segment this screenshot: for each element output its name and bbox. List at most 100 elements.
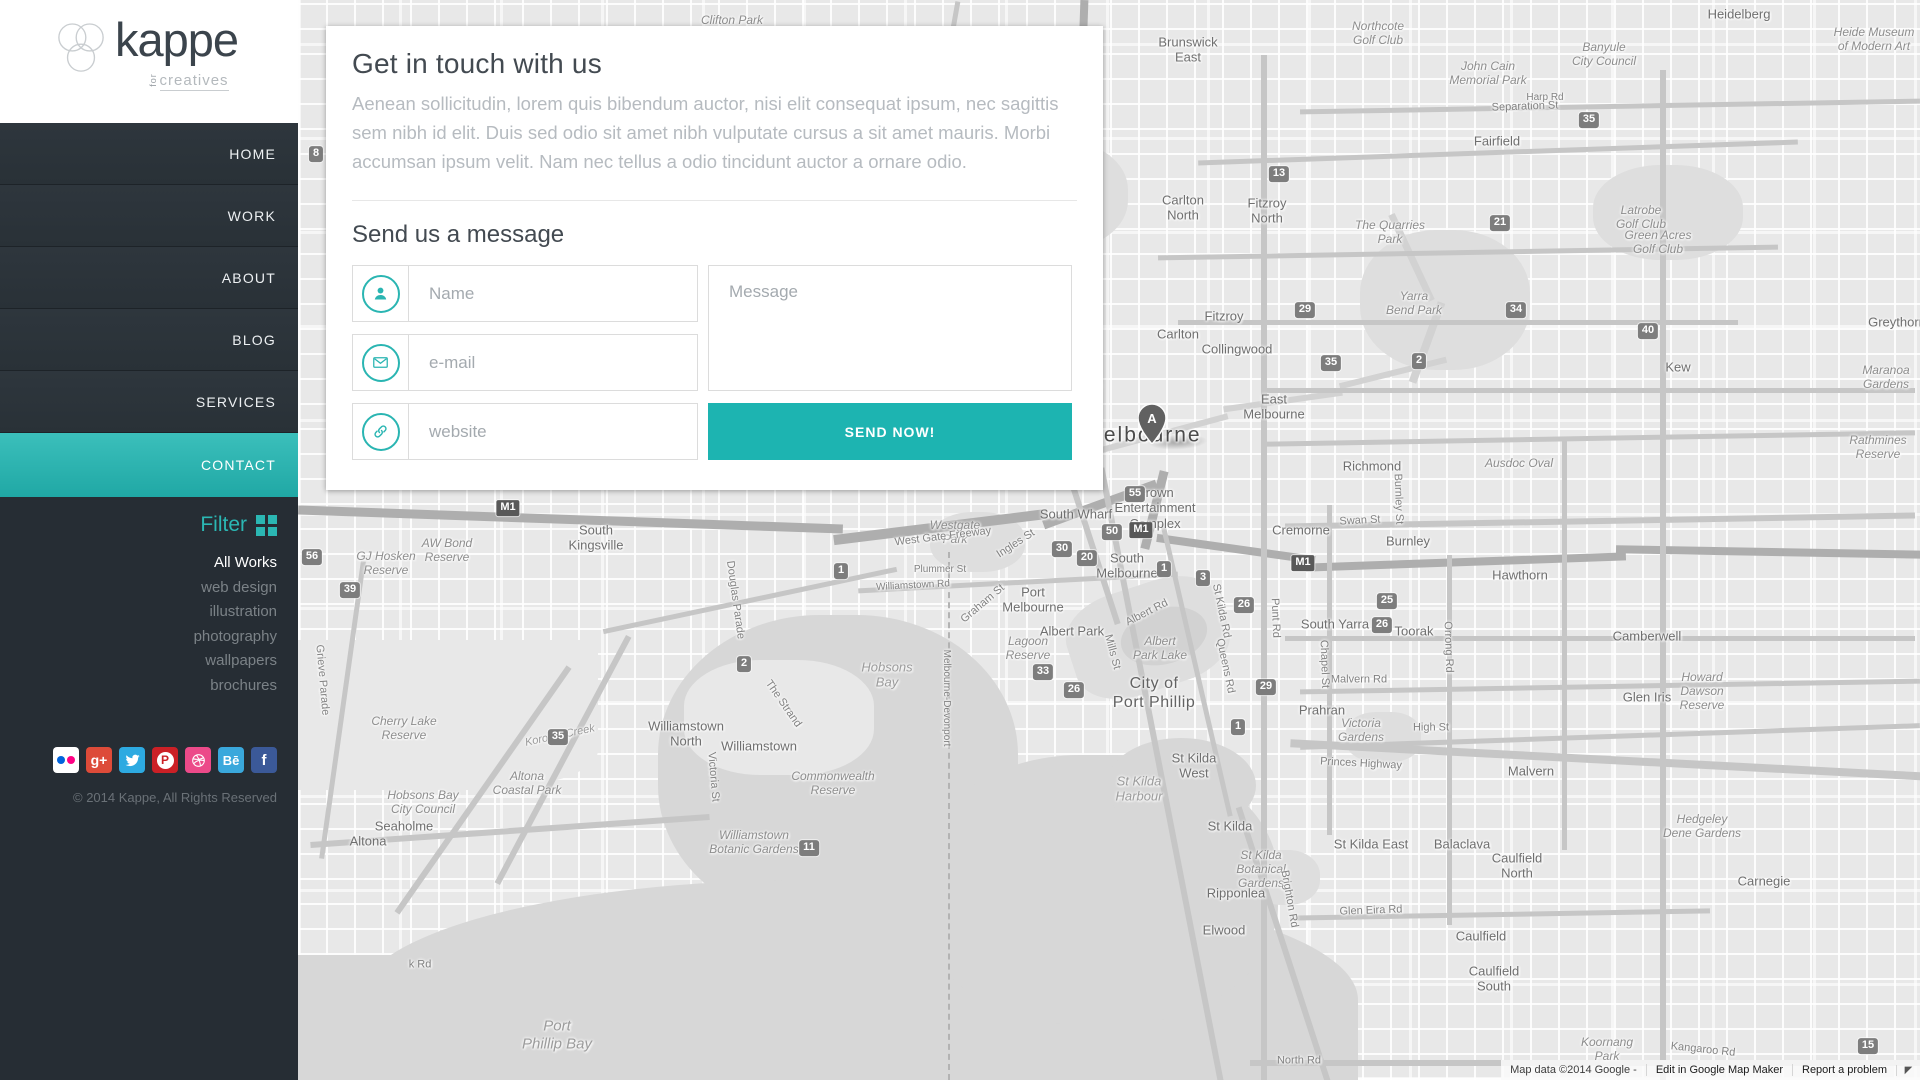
message-textarea[interactable] [708, 265, 1072, 391]
map-label: Richmond [1342, 458, 1402, 474]
nav-item-about[interactable]: ABOUT [0, 247, 298, 309]
road-badge: 56 [301, 549, 323, 565]
road-badge: 2 [736, 656, 752, 672]
filter-item-brochures[interactable]: brochures [194, 674, 277, 699]
marker-letter: A [1147, 411, 1157, 426]
map-label: Heide Museum of Modern Art [1833, 24, 1915, 53]
road-badge: 30 [1051, 541, 1073, 557]
name-input[interactable] [409, 266, 697, 321]
dribbble-icon[interactable] [185, 747, 211, 773]
road-badge: 1 [1156, 561, 1172, 577]
filter-item-wallpapers[interactable]: wallpapers [194, 649, 277, 674]
road-line [1300, 98, 1920, 115]
website-field-row [352, 403, 698, 460]
filter-item-all-works[interactable]: All Works [194, 551, 277, 576]
road-badge: 35 [1578, 112, 1600, 128]
card-intro-text: Aenean sollicitudin, lorem quis bibendum… [352, 93, 1059, 172]
road-line [310, 814, 710, 848]
filter-item-web-design[interactable]: web design [194, 576, 277, 601]
nav-item-blog[interactable]: BLOG [0, 309, 298, 371]
map-label: Burnley St [1391, 473, 1406, 525]
filter-item-photography[interactable]: photography [194, 625, 277, 650]
edit-map-link[interactable]: Edit in Google Map Maker [1645, 1064, 1792, 1076]
nav-item-contact[interactable]: CONTACT [0, 433, 298, 497]
name-field-row [352, 265, 698, 322]
map-label: Fairfield [1473, 133, 1521, 149]
logo-tagline: for creatives [147, 72, 229, 91]
map-label: Burnley [1385, 533, 1431, 549]
nav-item-home[interactable]: HOME [0, 123, 298, 185]
map-label: Hedgeley Dene Gardens [1662, 811, 1742, 840]
facebook-icon[interactable]: f [251, 747, 277, 773]
send-button[interactable]: SEND NOW! [708, 403, 1072, 460]
road-badge: 21 [1489, 215, 1511, 231]
map-label: Heidelberg [1707, 6, 1771, 22]
map-label: Clifton Park [700, 12, 764, 27]
filter-section: Filter All Works web design illustration ph… [194, 513, 277, 698]
pinterest-icon[interactable]: P [152, 747, 178, 773]
road-line [1327, 505, 1332, 835]
map-label: Carlton North [1162, 192, 1204, 223]
map-label: Balaclava [1433, 836, 1491, 852]
road-badge: 26 [1063, 682, 1085, 698]
kappe-logo-icon [56, 22, 106, 81]
filter-header[interactable]: Filter [194, 513, 277, 537]
map-marker-pin[interactable]: A [1137, 403, 1167, 449]
contact-card: Get in touch with us Aenean sollicitudin… [326, 26, 1103, 490]
map-label: Caulfield [1455, 928, 1507, 944]
logo-wordmark: kappe [115, 13, 239, 66]
logo-area[interactable]: kappe for creatives [0, 0, 298, 123]
road-badge: 13 [1268, 166, 1290, 182]
road-line [1660, 70, 1666, 1080]
land-area [684, 660, 874, 775]
road-line [1284, 512, 1916, 530]
map-label: Harp Rd [1526, 92, 1564, 104]
map-attribution-bar: Map data ©2014 Google - Edit in Google M… [1501, 1060, 1920, 1080]
google-plus-icon[interactable]: g+ [86, 747, 112, 773]
flickr-icon[interactable] [53, 747, 79, 773]
road-badge: 26 [1371, 617, 1393, 633]
river-line [1338, 356, 1448, 390]
map-label: Port Melbourne [1002, 584, 1064, 615]
shortcuts-arrow-icon[interactable]: ◤ [1896, 1064, 1920, 1076]
road-line [1285, 636, 1915, 641]
nav-item-work[interactable]: WORK [0, 185, 298, 247]
map-label: Ausdoc Oval [1484, 455, 1554, 470]
road-badge: 2 [1411, 353, 1427, 369]
twitter-icon[interactable] [119, 747, 145, 773]
map-label: Hobsons Bay City Council [387, 787, 459, 816]
map-data-text: Map data ©2014 Google - [1510, 1064, 1637, 1076]
website-input[interactable] [409, 404, 697, 459]
sidebar-nav: HOME WORK ABOUT BLOG SERVICES CONTACT [0, 123, 298, 497]
map-label: Punt Rd [1268, 597, 1283, 639]
road-line [1261, 55, 1267, 1080]
filter-item-illustration[interactable]: illustration [194, 600, 277, 625]
map-label: Northcote Golf Club [1351, 18, 1405, 47]
e-mail-field-row [352, 334, 698, 391]
map-label: Lagoon Reserve [1005, 633, 1051, 662]
map-label: Caulfield South [1468, 963, 1520, 994]
park-area [1346, 712, 1421, 762]
road-badge: 34 [1505, 302, 1527, 318]
road-badge: 40 [1637, 323, 1659, 339]
road-line [1198, 139, 1798, 166]
map-label: Kew [1665, 359, 1691, 375]
road-line [1265, 388, 1915, 393]
report-problem-link[interactable]: Report a problem [1792, 1064, 1896, 1076]
road-line [1289, 908, 1711, 921]
behance-icon[interactable]: Bē [218, 747, 244, 773]
sidebar: kappe for creatives HOME WORK ABOUT BLOG SERV… [0, 0, 298, 1080]
road-badge: 29 [1294, 302, 1316, 318]
map-label: South Kingsville [568, 522, 624, 553]
form-title: Send us a message [352, 221, 565, 248]
map-label: South Yarra [1300, 616, 1370, 632]
e-mail-input[interactable] [409, 335, 697, 390]
nav-item-services[interactable]: SERVICES [0, 371, 298, 433]
map-label: Greythorn [1868, 314, 1920, 330]
map-label: Graham St [958, 581, 1007, 626]
map-label: Malvern Rd [1330, 673, 1388, 686]
card-divider [352, 200, 1077, 201]
grid-icon [256, 514, 277, 536]
form-right-column: SEND NOW! [708, 265, 1072, 460]
road-badge: 15 [1857, 1038, 1879, 1054]
